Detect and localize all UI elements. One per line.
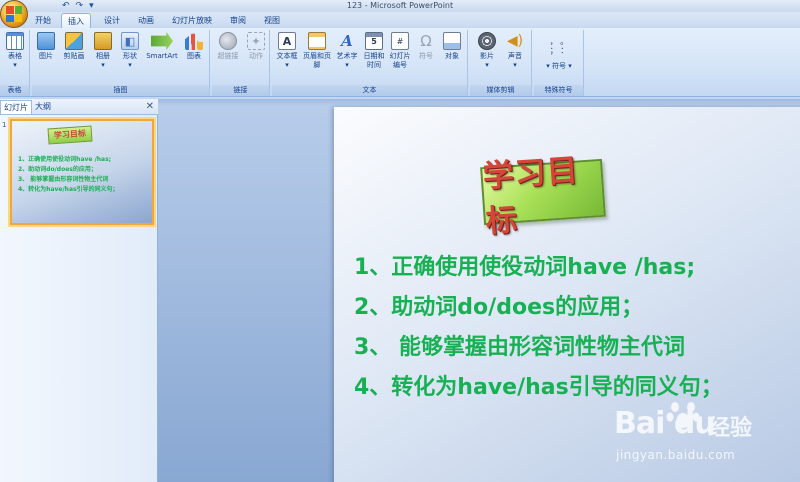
slide-number-icon: #	[391, 32, 409, 50]
omega-icon: Ω	[420, 32, 432, 50]
tab-slideshow[interactable]: 幻灯片放映	[167, 13, 217, 28]
objective-3[interactable]: 3、 能够掌握由形容词性物主代词	[354, 329, 685, 361]
smartart-icon	[151, 32, 173, 50]
chart-icon	[185, 33, 203, 50]
objective-1[interactable]: 1、正确使用使役动词have /has;	[354, 249, 695, 281]
close-icon[interactable]: ✕	[146, 100, 154, 114]
tab-home[interactable]: 开始	[28, 13, 58, 28]
date-time-icon: 5	[365, 32, 383, 50]
symbol-button[interactable]: Ω 符号	[414, 32, 438, 61]
tab-view[interactable]: 视图	[257, 13, 287, 28]
office-logo-icon	[6, 6, 22, 22]
clipart-button[interactable]: 剪贴画	[60, 32, 88, 61]
header-footer-button[interactable]: 页眉和页脚	[302, 32, 332, 70]
special-symbol-button[interactable]: ， 。； ： ▾ 符号 ▾	[536, 32, 582, 71]
group-label-links: 链接	[212, 85, 269, 96]
objective-2[interactable]: 2、助动词do/does的应用；	[354, 289, 643, 321]
object-icon	[443, 32, 461, 50]
wordart-icon: A	[341, 32, 353, 50]
picture-icon	[37, 32, 55, 50]
tab-outline[interactable]: 大纲	[32, 100, 54, 114]
group-special-symbols: ， 。； ： ▾ 符号 ▾ 特殊符号	[534, 30, 584, 96]
paw-icon	[666, 402, 700, 428]
watermark-url: jingyan.baidu.com	[616, 448, 736, 462]
group-text: A 文本框 ▾ 页眉和页脚 A 艺术字 ▾ 5 日期和时间 # 幻灯片编号 Ω …	[272, 30, 468, 96]
smartart-button[interactable]: SmartArt	[144, 32, 180, 61]
watermark-cn: 经验	[708, 416, 753, 441]
hyperlink-icon	[219, 32, 237, 50]
wordart-button[interactable]: A 艺术字 ▾	[334, 32, 360, 70]
ribbon-tabs: 开始 插入 设计 动画 幻灯片放映 审阅 视图	[0, 12, 800, 28]
action-icon: ✦	[247, 32, 265, 50]
textbox-button[interactable]: A 文本框 ▾	[274, 32, 300, 70]
hyperlink-button[interactable]: 超链接	[214, 32, 242, 61]
table-button[interactable]: 表格 ▾	[3, 32, 27, 70]
group-label-text: 文本	[272, 85, 467, 96]
group-label-special-symbols: 特殊符号	[534, 85, 583, 96]
thumbnail-objectives: 1、正确使用使役动词have /has; 2、助动词do/does的应用； 3、…	[18, 156, 119, 193]
window-title: 123 - Microsoft PowerPoint	[346, 1, 454, 10]
tab-insert[interactable]: 插入	[61, 13, 91, 28]
picture-button[interactable]: 图片	[34, 32, 58, 61]
tab-review[interactable]: 审阅	[223, 13, 253, 28]
shapes-button[interactable]: ◧ 形状 ▾	[118, 32, 142, 70]
group-media: 影片 ▾ ◀) 声音 ▾ 媒体剪辑	[470, 30, 532, 96]
photo-album-icon	[94, 32, 112, 50]
chart-button[interactable]: 图表	[182, 32, 206, 61]
tab-design[interactable]: 设计	[97, 13, 127, 28]
thumbnail-title: 学习目标	[47, 125, 93, 145]
group-label-table: 表格	[0, 85, 29, 96]
baidu-jingyan-watermark: Bai du 经验 jingyan.baidu.com	[612, 398, 796, 468]
photo-album-button[interactable]: 相册 ▾	[90, 32, 116, 70]
group-links: 超链接 ✦ 动作 链接	[212, 30, 270, 96]
shapes-icon: ◧	[121, 32, 139, 50]
tab-animation[interactable]: 动画	[131, 13, 161, 28]
special-symbol-icon: ， 。； ：	[549, 37, 569, 55]
slide-title-box[interactable]: 学习目标	[480, 153, 606, 240]
speaker-icon: ◀)	[506, 33, 524, 49]
slides-panel-tabs: 幻灯片 大纲 ✕	[0, 99, 158, 115]
title-bar: ↶ ↷ ▾ 123 - Microsoft PowerPoint	[0, 0, 800, 12]
film-reel-icon	[478, 32, 496, 50]
slide-title: 学习目标	[481, 152, 580, 241]
table-icon	[6, 32, 24, 50]
date-time-button[interactable]: 5 日期和时间	[362, 32, 386, 70]
object-button[interactable]: 对象	[440, 32, 464, 61]
header-footer-icon	[308, 32, 326, 50]
sound-button[interactable]: ◀) 声音 ▾	[502, 32, 528, 70]
ribbon: 表格 ▾ 表格 图片 剪贴画 相册 ▾ ◧ 形状 ▾ SmartArt 图表 插…	[0, 28, 800, 97]
slide-thumbnail[interactable]: 学习目标 1、正确使用使役动词have /has; 2、助动词do/does的应…	[10, 119, 154, 225]
slide-number-button[interactable]: # 幻灯片编号	[388, 32, 412, 70]
movie-button[interactable]: 影片 ▾	[474, 32, 500, 70]
objective-4[interactable]: 4、转化为have/has引导的同义句；	[354, 369, 723, 401]
group-label-media: 媒体剪辑	[470, 85, 531, 96]
slide-thumbnail-number: 1	[2, 121, 7, 129]
group-illustrations: 图片 剪贴画 相册 ▾ ◧ 形状 ▾ SmartArt 图表 插图	[32, 30, 210, 96]
group-label-illustrations: 插图	[32, 85, 209, 96]
tab-slides[interactable]: 幻灯片	[0, 100, 32, 114]
group-table: 表格 ▾ 表格	[0, 30, 30, 96]
action-button[interactable]: ✦ 动作	[244, 32, 268, 61]
clipart-icon	[65, 32, 83, 50]
slides-panel: 幻灯片 大纲 ✕ 1 学习目标 1、正确使用使役动词have /has; 2、助…	[0, 99, 158, 482]
office-button[interactable]	[0, 0, 28, 28]
textbox-icon: A	[278, 32, 296, 50]
